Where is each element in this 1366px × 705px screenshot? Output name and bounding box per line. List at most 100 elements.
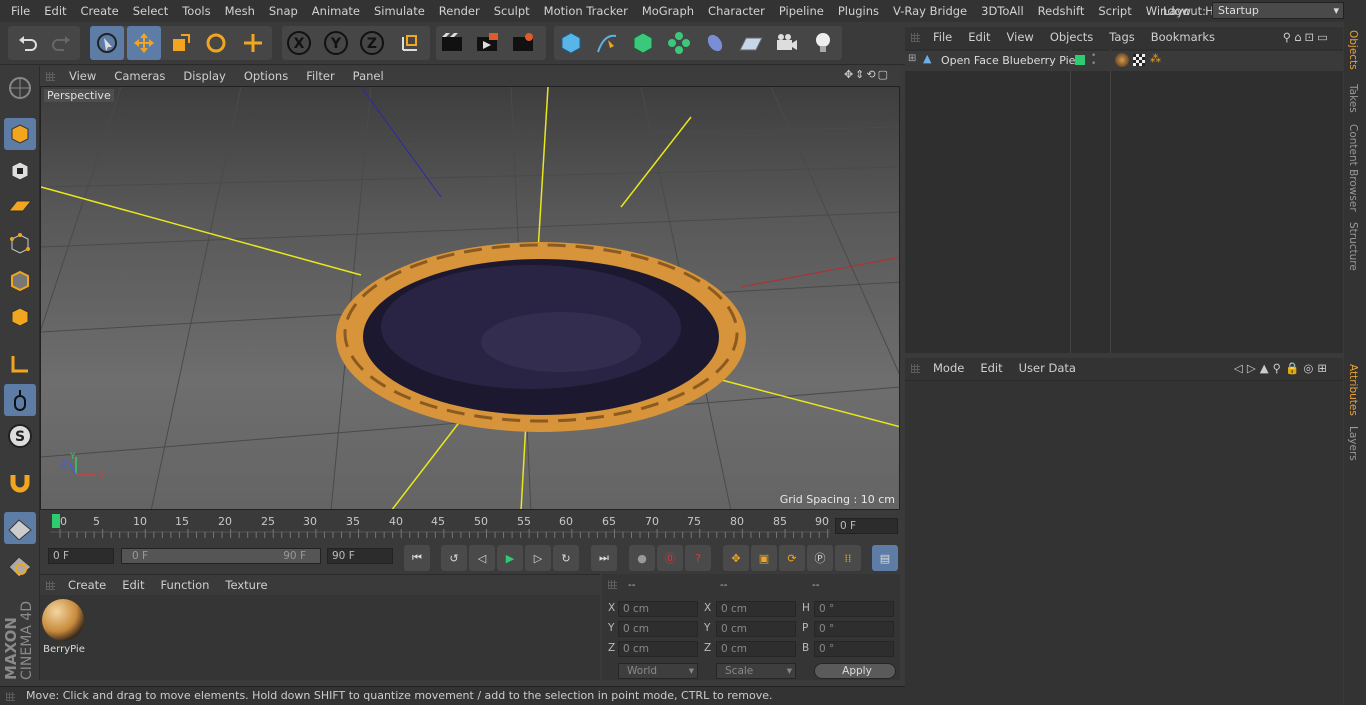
transform-tool-icon[interactable] — [236, 26, 270, 60]
frame-range-slider[interactable]: 0 F 90 F — [121, 548, 321, 564]
end-frame-field[interactable]: 90 F — [327, 548, 393, 564]
tab-attributes[interactable]: Attributes — [1347, 364, 1359, 416]
menu-script[interactable]: Script — [1091, 4, 1138, 18]
viewport-menu-options[interactable]: Options — [235, 69, 297, 83]
phong-tag-icon[interactable]: ⁂ — [1150, 52, 1161, 65]
key-rotation-icon[interactable]: ⟳ — [779, 545, 805, 571]
attribute-menu-mode[interactable]: Mode — [925, 361, 972, 375]
material-menu-edit[interactable]: Edit — [114, 578, 152, 592]
start-frame-field[interactable]: 0 F — [48, 548, 114, 564]
object-menu-view[interactable]: View — [999, 30, 1042, 44]
material-menu-function[interactable]: Function — [153, 578, 218, 592]
position-x-field[interactable]: 0 cm — [618, 601, 698, 617]
object-menu-file[interactable]: File — [925, 30, 960, 44]
object-manager-search-icons[interactable]: ⚲⌂⊡▭ — [1275, 30, 1339, 44]
tab-takes[interactable]: Takes — [1347, 84, 1359, 113]
viewport-menu-panel[interactable]: Panel — [344, 69, 393, 83]
camera-icon[interactable] — [770, 26, 804, 60]
menu-3dtoall[interactable]: 3DToAll — [974, 4, 1031, 18]
visibility-dots-icon[interactable]: • • — [1091, 52, 1096, 69]
timeline-ruler[interactable]: 0 5 10 15 20 25 30 35 40 45 50 55 60 65 … — [40, 512, 900, 542]
object-menu-tags[interactable]: Tags — [1101, 30, 1142, 44]
make-editable-icon[interactable] — [4, 72, 36, 104]
material-tag-icon[interactable] — [1115, 53, 1129, 67]
attribute-menu-user-data[interactable]: User Data — [1011, 361, 1084, 375]
blueberry-pie-model[interactable] — [336, 242, 746, 432]
rotation-p-field[interactable]: 0 ° — [814, 621, 894, 637]
size-mode-dropdown[interactable]: Scale ▾ — [716, 663, 796, 679]
object-menu-edit[interactable]: Edit — [960, 30, 998, 44]
keyframe-selection-icon[interactable]: ? — [685, 545, 711, 571]
menu-plugins[interactable]: Plugins — [831, 4, 886, 18]
render-to-picture-viewer-icon[interactable] — [471, 26, 505, 60]
expand-icon[interactable]: ⊞ — [908, 53, 916, 64]
magnet-icon[interactable] — [4, 466, 36, 498]
position-y-field[interactable]: 0 cm — [618, 621, 698, 637]
menu-animate[interactable]: Animate — [305, 4, 367, 18]
cube-object-icon[interactable] — [554, 26, 588, 60]
next-frame-icon[interactable]: ▷ — [525, 545, 551, 571]
current-frame-field[interactable]: 0 F — [835, 518, 898, 534]
x-axis-lock-icon[interactable]: X — [282, 26, 316, 60]
size-x-field[interactable]: 0 cm — [716, 601, 796, 617]
menu-mesh[interactable]: Mesh — [218, 4, 262, 18]
axis-mode-icon[interactable] — [4, 348, 36, 380]
workplane-lock-icon[interactable] — [4, 512, 36, 544]
menu-sculpt[interactable]: Sculpt — [487, 4, 537, 18]
tab-layers[interactable]: Layers — [1347, 426, 1359, 461]
cloner-icon[interactable] — [662, 26, 696, 60]
viewport-menu-cameras[interactable]: Cameras — [105, 69, 174, 83]
menu-pipeline[interactable]: Pipeline — [772, 4, 831, 18]
material-thumbnail[interactable]: BerryPie — [42, 599, 86, 659]
menu-file[interactable]: File — [4, 4, 37, 18]
uvw-tag-icon[interactable] — [1133, 54, 1145, 66]
workplane-rotate-icon[interactable] — [4, 549, 36, 581]
go-to-end-icon[interactable]: ⏭ — [591, 545, 617, 571]
tab-objects[interactable]: Objects — [1347, 30, 1359, 70]
floor-icon[interactable] — [734, 26, 768, 60]
viewport[interactable]: X Y Z Perspective Grid Spacing : 10 cm — [40, 86, 900, 510]
viewport-menu-display[interactable]: Display — [174, 69, 234, 83]
rotation-h-field[interactable]: 0 ° — [814, 601, 894, 617]
subdivision-surface-icon[interactable] — [626, 26, 660, 60]
menu-render[interactable]: Render — [432, 4, 487, 18]
deformer-icon[interactable] — [698, 26, 732, 60]
size-y-field[interactable]: 0 cm — [716, 621, 796, 637]
menu-snap[interactable]: Snap — [262, 4, 305, 18]
object-menu-objects[interactable]: Objects — [1042, 30, 1101, 44]
menu-redshift[interactable]: Redshift — [1031, 4, 1092, 18]
tweak-mode-icon[interactable] — [4, 384, 36, 416]
material-menu-texture[interactable]: Texture — [217, 578, 275, 592]
object-menu-bookmarks[interactable]: Bookmarks — [1143, 30, 1223, 44]
position-z-field[interactable]: 0 cm — [618, 641, 698, 657]
undo-icon[interactable] — [10, 26, 44, 60]
tab-content-browser[interactable]: Content Browser — [1347, 124, 1359, 212]
layout-select[interactable]: Startup ▾ — [1212, 2, 1344, 19]
previous-key-icon[interactable]: ↺ — [441, 545, 467, 571]
layer-color-swatch[interactable] — [1075, 55, 1085, 65]
menu-mograph[interactable]: MoGraph — [635, 4, 701, 18]
key-scale-icon[interactable]: ▣ — [751, 545, 777, 571]
go-to-start-icon[interactable]: ⏮ — [404, 545, 430, 571]
attribute-manager-nav-icons[interactable]: ◁▷▲⚲🔒◎⊞ — [1226, 361, 1339, 375]
viewport-menu-view[interactable]: View — [60, 69, 105, 83]
menu-simulate[interactable]: Simulate — [367, 4, 432, 18]
coordinate-system-icon[interactable] — [393, 26, 427, 60]
attribute-menu-edit[interactable]: Edit — [972, 361, 1010, 375]
rotate-tool-icon[interactable] — [199, 26, 233, 60]
timeline-window-icon[interactable]: ▤ — [872, 545, 898, 571]
menu-select[interactable]: Select — [126, 4, 175, 18]
play-icon[interactable]: ▶ — [497, 545, 523, 571]
key-position-icon[interactable]: ✥ — [723, 545, 749, 571]
render-settings-icon[interactable] — [507, 26, 541, 60]
size-z-field[interactable]: 0 cm — [716, 641, 796, 657]
points-mode-icon[interactable] — [4, 228, 36, 260]
light-icon[interactable] — [806, 26, 840, 60]
menu-character[interactable]: Character — [701, 4, 772, 18]
next-key-icon[interactable]: ↻ — [553, 545, 579, 571]
key-parameter-icon[interactable]: Ⓟ — [807, 545, 833, 571]
workplane-mode-icon[interactable] — [4, 191, 36, 223]
move-tool-icon[interactable] — [127, 26, 161, 60]
object-name[interactable]: Open Face Blueberry Pie — [941, 54, 1075, 67]
object-row[interactable]: ⊞ ▲ Open Face Blueberry Pie • • ⁂ — [905, 51, 1343, 71]
